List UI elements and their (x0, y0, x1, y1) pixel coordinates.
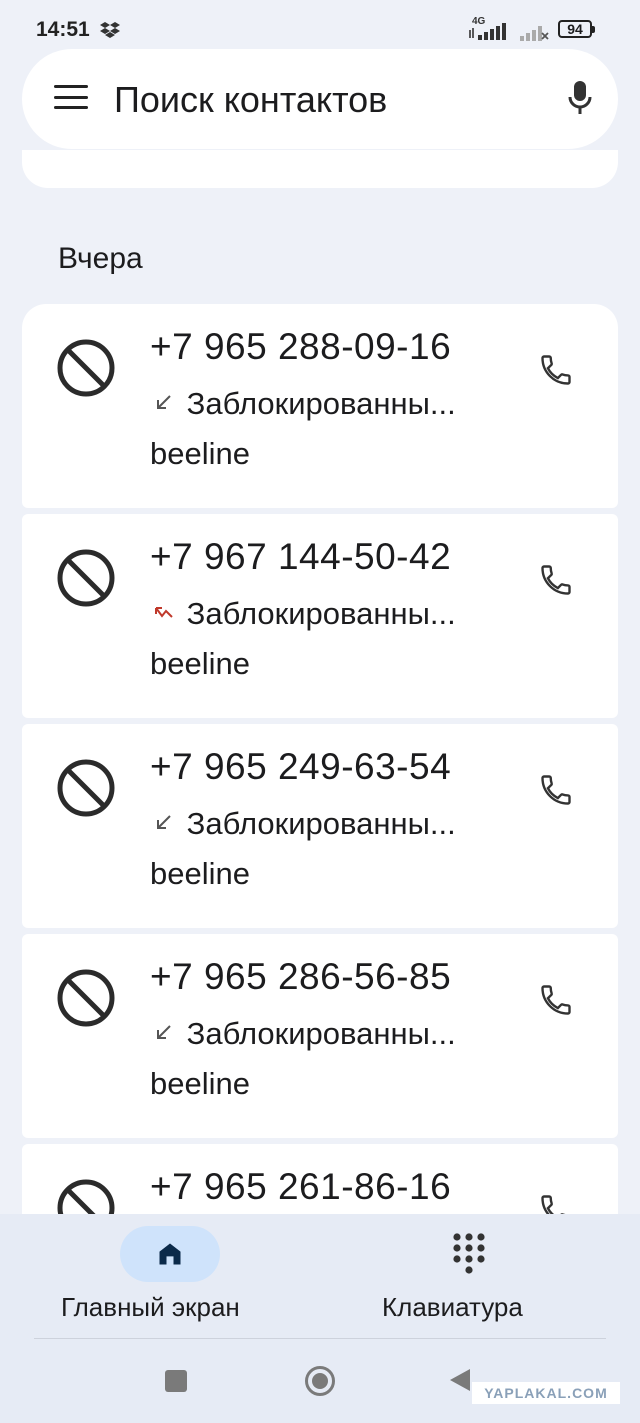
home-icon (159, 1243, 181, 1265)
blocked-icon (57, 759, 115, 817)
signal-no-service-icon (520, 26, 549, 41)
call-status-text: Заблокированны... (186, 596, 456, 631)
blocked-icon (57, 969, 115, 1027)
missed-call-arrow-icon (155, 607, 173, 618)
phone-call-icon[interactable] (538, 562, 574, 598)
call-status-text: Заблокированны... (186, 386, 456, 421)
back-button[interactable] (450, 1369, 470, 1391)
status-time: 14:51 (36, 18, 90, 41)
call-log-item[interactable]: +7 965 288-09-16 Заблокированны... beeli… (22, 304, 618, 508)
call-status: Заблокированны... (150, 596, 456, 632)
nav-home-button[interactable] (120, 1226, 220, 1282)
network-type: 4G (472, 16, 486, 27)
incoming-call-arrow-icon (157, 1025, 171, 1039)
call-status: Заблокированны... (150, 386, 456, 422)
battery-icon: 94 (558, 20, 595, 38)
call-log-item[interactable]: +7 965 286-56-85 Заблокированны... beeli… (22, 934, 618, 1138)
search-input[interactable]: Поиск контактов (114, 79, 387, 121)
bottom-navigation: Главный экран Клавиатура YAPLAKAL.COM (0, 1214, 640, 1423)
home-system-button[interactable] (305, 1366, 335, 1396)
incoming-call-arrow-icon (157, 395, 171, 409)
carrier-label: beeline (150, 436, 250, 471)
phone-number: +7 965 288-09-16 (150, 326, 452, 367)
call-log-list[interactable]: +7 965 288-09-16 Заблокированны... beeli… (22, 304, 618, 1270)
search-bar[interactable]: Поиск контактов (22, 49, 618, 149)
carrier-label: beeline (150, 646, 250, 681)
nav-keypad-label[interactable]: Клавиатура (382, 1292, 523, 1323)
blocked-icon (57, 549, 115, 607)
menu-icon[interactable] (54, 85, 88, 113)
previous-card-bottom (22, 150, 618, 188)
dropbox-icon (100, 22, 120, 38)
blocked-icon (57, 339, 115, 397)
call-status-text: Заблокированны... (186, 806, 456, 841)
carrier-label: beeline (150, 1066, 250, 1101)
call-status-text: Заблокированны... (186, 1016, 456, 1051)
phone-number: +7 965 261-86-16 (150, 1166, 452, 1207)
call-log-item[interactable]: +7 967 144-50-42 Заблокированны... beeli… (22, 514, 618, 718)
incoming-call-arrow-icon (157, 815, 171, 829)
phone-call-icon[interactable] (538, 772, 574, 808)
section-header-yesterday: Вчера (58, 242, 143, 275)
signal-4g-icon: 4G (468, 16, 512, 47)
phone-number: +7 967 144-50-42 (150, 536, 452, 577)
call-log-item[interactable]: +7 965 249-63-54 Заблокированны... beeli… (22, 724, 618, 928)
call-status: Заблокированны... (150, 1016, 456, 1052)
phone-number: +7 965 249-63-54 (150, 746, 452, 787)
call-status: Заблокированны... (150, 806, 456, 842)
recent-apps-button[interactable] (165, 1370, 187, 1392)
nav-divider (34, 1338, 606, 1339)
carrier-label: beeline (150, 856, 250, 891)
nav-home-label[interactable]: Главный экран (61, 1292, 240, 1323)
watermark: YAPLAKAL.COM (472, 1382, 620, 1404)
phone-call-icon[interactable] (538, 982, 574, 1018)
phone-call-icon[interactable] (538, 352, 574, 388)
phone-number: +7 965 286-56-85 (150, 956, 452, 997)
microphone-icon[interactable] (568, 79, 592, 117)
dialpad-icon[interactable] (452, 1232, 486, 1276)
